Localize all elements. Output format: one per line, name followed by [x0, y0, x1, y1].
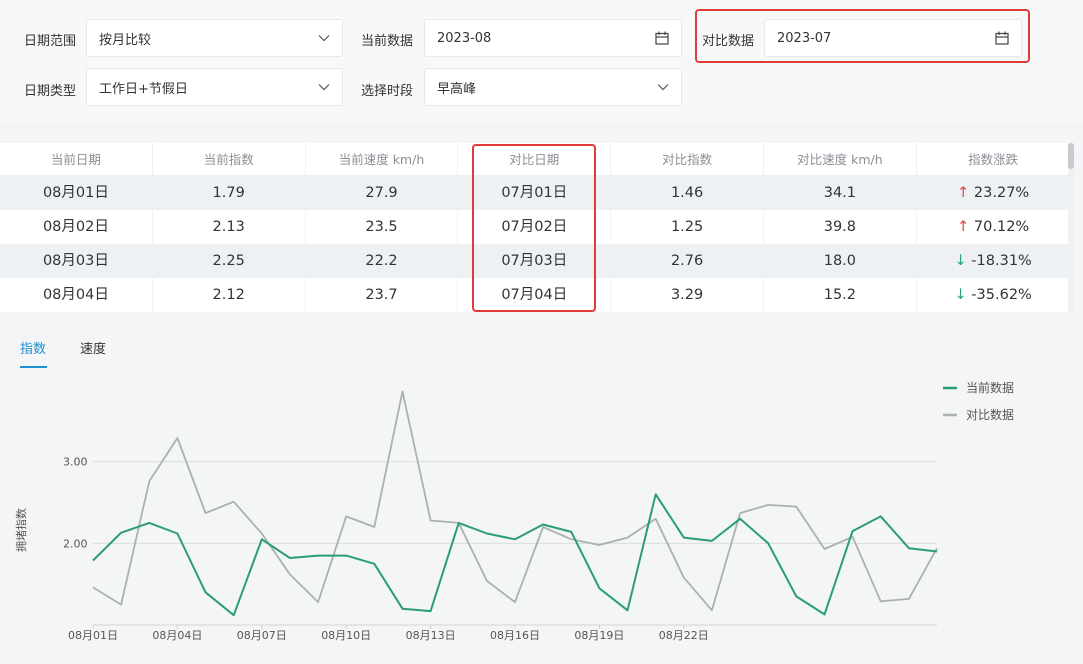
x-tick-label: 08月22日 — [659, 629, 709, 642]
x-tick-label: 08月01日 — [68, 629, 118, 642]
compare-series-line — [92, 390, 938, 612]
x-tick-label: 08月13日 — [406, 629, 456, 642]
congestion-index-line-chart: 2.00 3.00 拥堵指数 08月01日 08月04日 08月07日 08月10日 08月1… — [14, 380, 1014, 642]
x-tick-label: 08月10日 — [321, 629, 371, 642]
legend-label: 当前数据 — [966, 380, 1014, 395]
y-axis-label: 拥堵指数 — [14, 508, 28, 552]
x-tick-label: 08月16日 — [490, 629, 540, 642]
legend-label: 对比数据 — [966, 407, 1014, 422]
x-tick-label: 08月04日 — [152, 629, 202, 642]
current-series-line — [92, 493, 938, 617]
x-tick-label: 08月19日 — [574, 629, 624, 642]
x-tick-label: 08月07日 — [237, 629, 287, 642]
y-tick-label: 3.00 — [63, 456, 88, 469]
y-tick-label: 2.00 — [63, 537, 88, 550]
